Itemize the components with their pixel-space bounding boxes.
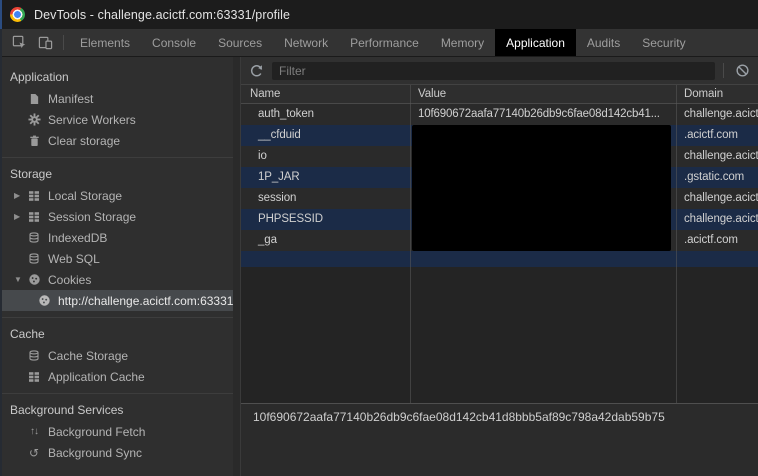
inspect-element-icon[interactable]: [6, 29, 32, 56]
sidebar-item-session-storage[interactable]: ▶ Session Storage: [0, 206, 233, 227]
column-header-domain[interactable]: Domain: [676, 85, 758, 103]
table-icon: [26, 189, 42, 203]
document-icon: [26, 92, 42, 106]
chrome-logo-icon: [10, 7, 25, 22]
tab-application[interactable]: Application: [495, 29, 576, 56]
tab-network[interactable]: Network: [273, 29, 339, 56]
toolbar-separator: [723, 63, 724, 78]
cookie-icon: [36, 294, 52, 308]
refresh-icon[interactable]: [244, 63, 268, 78]
sidebar-scrollbar[interactable]: [233, 57, 241, 476]
clear-all-cookies-icon[interactable]: [730, 63, 754, 78]
cookie-row-empty[interactable]: [241, 251, 758, 267]
database-icon: [26, 231, 42, 245]
sidebar-item-web-sql[interactable]: Web SQL: [0, 248, 233, 269]
cookie-value-preview: 10f690672aafa77140b26db9c6fae08d142cb41d…: [241, 403, 758, 476]
section-header-application: Application: [0, 66, 233, 88]
tab-audits[interactable]: Audits: [576, 29, 631, 56]
window-edge: [0, 29, 2, 476]
filter-input[interactable]: [272, 62, 715, 80]
collapse-arrow-icon[interactable]: ▼: [14, 275, 26, 284]
sidebar-item-cookies[interactable]: ▼ Cookies: [0, 269, 233, 290]
tab-performance[interactable]: Performance: [339, 29, 430, 56]
sidebar-item-background-fetch[interactable]: ↑↓ Background Fetch: [0, 421, 233, 442]
tab-security[interactable]: Security: [631, 29, 696, 56]
cookie-icon: [26, 273, 42, 287]
cookie-row-auth-token[interactable]: auth_token 10f690672aafa77140b26db9c6fae…: [241, 104, 758, 125]
section-header-storage: Storage: [0, 163, 233, 185]
column-header-value[interactable]: Value: [410, 85, 676, 103]
sidebar-item-cache-storage[interactable]: Cache Storage: [0, 345, 233, 366]
sidebar-item-service-workers[interactable]: Service Workers: [0, 109, 233, 130]
database-icon: [26, 252, 42, 266]
tab-sources[interactable]: Sources: [207, 29, 273, 56]
sidebar-item-manifest[interactable]: Manifest: [0, 88, 233, 109]
section-header-background-services: Background Services: [0, 399, 233, 421]
sidebar-divider: [0, 393, 233, 394]
tab-memory[interactable]: Memory: [430, 29, 495, 56]
sidebar-item-background-sync[interactable]: ↺ Background Sync: [0, 442, 233, 463]
sidebar-divider: [0, 157, 233, 158]
column-header-name[interactable]: Name: [241, 85, 410, 103]
section-header-cache: Cache: [0, 323, 233, 345]
cookies-toolbar: [241, 57, 758, 85]
trash-icon: [26, 134, 42, 148]
sidebar-item-indexeddb[interactable]: IndexedDB: [0, 227, 233, 248]
application-sidebar: Application Manifest: [0, 57, 233, 476]
column-divider[interactable]: [410, 85, 411, 403]
devtools-window: DevTools - challenge.acictf.com:63331/pr…: [0, 0, 758, 476]
tab-elements[interactable]: Elements: [69, 29, 141, 56]
window-accent-edge: [0, 0, 2, 29]
sidebar-item-clear-storage[interactable]: Clear storage: [0, 130, 233, 151]
up-down-arrows-icon: ↑↓: [26, 425, 42, 439]
title-bar: DevTools - challenge.acictf.com:63331/pr…: [0, 0, 758, 29]
sidebar-item-cookie-origin[interactable]: http://challenge.acictf.com:63331: [0, 290, 233, 311]
window-title: DevTools - challenge.acictf.com:63331/pr…: [34, 8, 290, 22]
database-icon: [26, 349, 42, 363]
devtools-tab-bar: Elements Console Sources Network Perform…: [0, 29, 758, 57]
cookies-panel: Name Value Domain auth_token 10f690672aa…: [241, 57, 758, 476]
table-icon: [26, 210, 42, 224]
tab-console[interactable]: Console: [141, 29, 207, 56]
table-icon: [26, 370, 42, 384]
device-toolbar-icon[interactable]: [32, 29, 58, 56]
sidebar-item-application-cache[interactable]: Application Cache: [0, 366, 233, 387]
gear-icon: [26, 113, 42, 127]
sync-icon: ↺: [26, 446, 42, 460]
expand-arrow-icon[interactable]: ▶: [14, 191, 26, 200]
preview-value-text: 10f690672aafa77140b26db9c6fae08d142cb41d…: [253, 410, 665, 424]
column-divider[interactable]: [676, 85, 677, 403]
cookie-table-header: Name Value Domain: [241, 85, 758, 104]
sidebar-divider: [0, 317, 233, 318]
toolbar-separator: [63, 35, 64, 50]
redaction-overlay: [412, 125, 671, 251]
sidebar-item-local-storage[interactable]: ▶ Local Storage: [0, 185, 233, 206]
cookie-table: Name Value Domain auth_token 10f690672aa…: [241, 85, 758, 403]
expand-arrow-icon[interactable]: ▶: [14, 212, 26, 221]
